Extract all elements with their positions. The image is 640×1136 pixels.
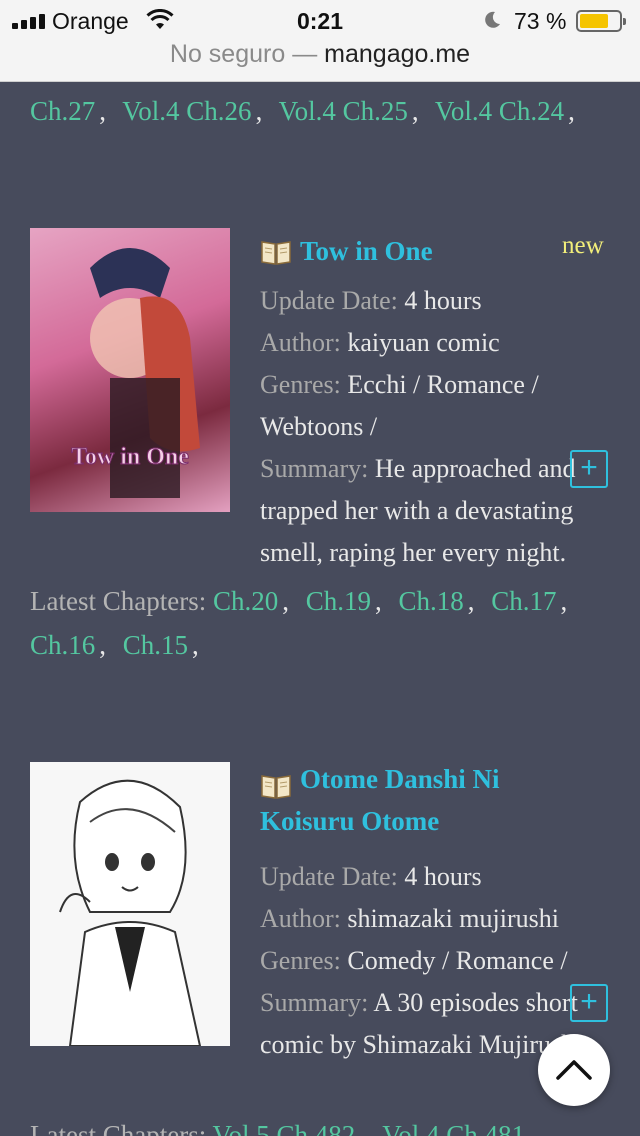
author-row: Author: shimazaki mujirushi: [260, 904, 559, 933]
chapter-link[interactable]: Vol.4 Ch.481: [382, 1120, 525, 1136]
author-row: Author: kaiyuan comic: [260, 328, 500, 357]
address-bar[interactable]: No seguro — mangago.me: [0, 40, 640, 69]
battery-icon: [576, 10, 626, 32]
manga-cover-tow-in-one[interactable]: Tow in One: [30, 228, 230, 512]
manga-title-link[interactable]: Otome Danshi Ni Koisuru Otome: [260, 758, 560, 842]
chapter-link[interactable]: Ch.18: [398, 586, 463, 616]
chapter-link[interactable]: Vol.4 Ch.26: [122, 96, 251, 126]
url-domain: mangago.me: [324, 40, 471, 68]
chapter-link[interactable]: Vol.4 Ch.24: [435, 96, 564, 126]
status-bar: Orange 0:21 73 %: [0, 0, 640, 42]
chapter-link[interactable]: Ch.27: [30, 96, 95, 126]
latest-chapters: Latest Chapters: Ch.20, Ch.19, Ch.18, Ch…: [30, 586, 568, 616]
battery-fill: [580, 14, 608, 28]
manga-info: Update Date: 4 hours Author: kaiyuan com…: [260, 280, 620, 574]
add-to-list-button[interactable]: +: [570, 984, 608, 1022]
chapter-link[interactable]: Vol.5 Ch.482: [212, 1120, 355, 1136]
latest-chapters-continued: Ch.16, Ch.15,: [30, 630, 199, 660]
chapter-link[interactable]: Ch.15: [123, 630, 188, 660]
manga-title-link[interactable]: Tow in One: [300, 230, 433, 272]
add-to-list-button[interactable]: +: [570, 450, 608, 488]
svg-text:Tow in One: Tow in One: [71, 444, 189, 470]
author-link[interactable]: shimazaki mujirushi: [347, 904, 559, 933]
do-not-disturb-moon-icon: [485, 11, 500, 28]
summary-row: Summary: He approached and trapped her w…: [260, 454, 576, 567]
update-date-row: Update Date: 4 hours: [260, 862, 482, 891]
chapter-link[interactable]: Ch.16: [30, 630, 95, 660]
scroll-to-top-button[interactable]: [538, 1034, 610, 1106]
update-date-row: Update Date: 4 hours: [260, 286, 482, 315]
chapter-link[interactable]: Ch.20: [213, 586, 278, 616]
manga-title-row: Tow in One: [260, 236, 433, 272]
security-label: No seguro —: [169, 40, 318, 68]
latest-chapters: Latest Chapters: Vol.5 Ch.482, Vol.4 Ch.…: [30, 1120, 525, 1136]
author-link[interactable]: kaiyuan comic: [347, 328, 499, 357]
previous-entry-chapters: Ch.27, Vol.4 Ch.26, Vol.4 Ch.25, Vol.4 C…: [30, 96, 575, 126]
chapter-link[interactable]: Ch.19: [306, 586, 371, 616]
open-book-icon: [261, 241, 291, 265]
genres-row: Genres: Comedy / Romance /: [260, 946, 568, 975]
chevron-up-icon: [556, 1060, 592, 1080]
manga-cover-otome-danshi[interactable]: [30, 762, 230, 1046]
battery-percentage: 73 %: [514, 8, 567, 34]
genres-row: Genres: Ecchi / Romance / Webtoons /: [260, 370, 539, 441]
chapter-link[interactable]: Ch.17: [491, 586, 556, 616]
browser-top-bar: Orange 0:21 73 % No seguro — mangago.me: [0, 0, 640, 82]
chapter-link[interactable]: Vol.4 Ch.25: [279, 96, 408, 126]
new-badge: new: [562, 232, 604, 259]
